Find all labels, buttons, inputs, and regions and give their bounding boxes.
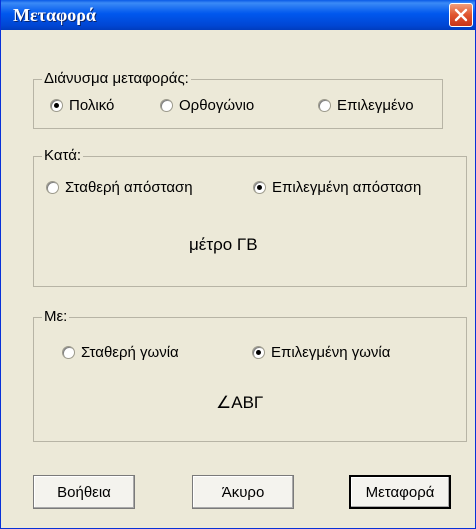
radio-polar-label: Πολικό [69,97,115,114]
close-button[interactable] [449,3,473,27]
radio-rectangular-indicator [160,99,173,112]
radio-fixed-distance[interactable]: Σταθερή απόσταση [46,179,193,196]
cancel-button[interactable]: Άκυρο [192,475,294,509]
vector-group: Διάνυσμα μεταφοράς: Πολικό Ορθογώνιο Επι… [33,70,443,129]
radio-fixed-angle[interactable]: Σταθερή γωνία [62,344,179,361]
distance-group-legend: Κατά: [42,147,84,165]
radio-selected-angle-indicator [252,346,265,359]
radio-selected-angle[interactable]: Επιλεγμένη γωνία [252,344,390,361]
window-title: Μεταφορά [13,5,96,25]
distance-value: μέτρο ΓΒ [189,235,258,254]
radio-rectangular-label: Ορθογώνιο [179,97,255,114]
radio-selected-distance-indicator [253,181,266,194]
dialog-window: Μεταφορά Διάνυσμα μεταφοράς: Πολικό Ορθο… [0,0,476,529]
radio-fixed-distance-label: Σταθερή απόσταση [65,179,193,196]
title-bar[interactable]: Μεταφορά [1,0,475,30]
radio-rectangular[interactable]: Ορθογώνιο [160,97,254,114]
close-icon [454,8,468,22]
radio-polar-indicator [50,99,63,112]
angle-value: ∠ΑΒΓ [216,393,264,412]
radio-fixed-angle-label: Σταθερή γωνία [81,344,179,361]
distance-group: Κατά: Σταθερή απόσταση Επιλεγμένη απόστα… [33,147,467,287]
transfer-button[interactable]: Μεταφορά [349,475,451,509]
radio-selected-angle-label: Επιλεγμένη γωνία [271,344,391,361]
help-button[interactable]: Βοήθεια [33,475,135,509]
angle-group-legend: Με: [42,308,70,326]
angle-group: Με: Σταθερή γωνία Επιλεγμένη γωνία ∠ΑΒΓ [33,308,467,442]
radio-polar[interactable]: Πολικό [50,97,114,114]
radio-selected-distance-label: Επιλεγμένη απόσταση [272,179,422,196]
vector-group-legend: Διάνυσμα μεταφοράς: [42,70,191,88]
radio-fixed-distance-indicator [46,181,59,194]
radio-selected-distance[interactable]: Επιλεγμένη απόσταση [253,179,421,196]
radio-selected-label: Επιλεγμένο [337,97,414,114]
radio-selected[interactable]: Επιλεγμένο [318,97,414,114]
radio-selected-indicator [318,99,331,112]
radio-fixed-angle-indicator [62,346,75,359]
